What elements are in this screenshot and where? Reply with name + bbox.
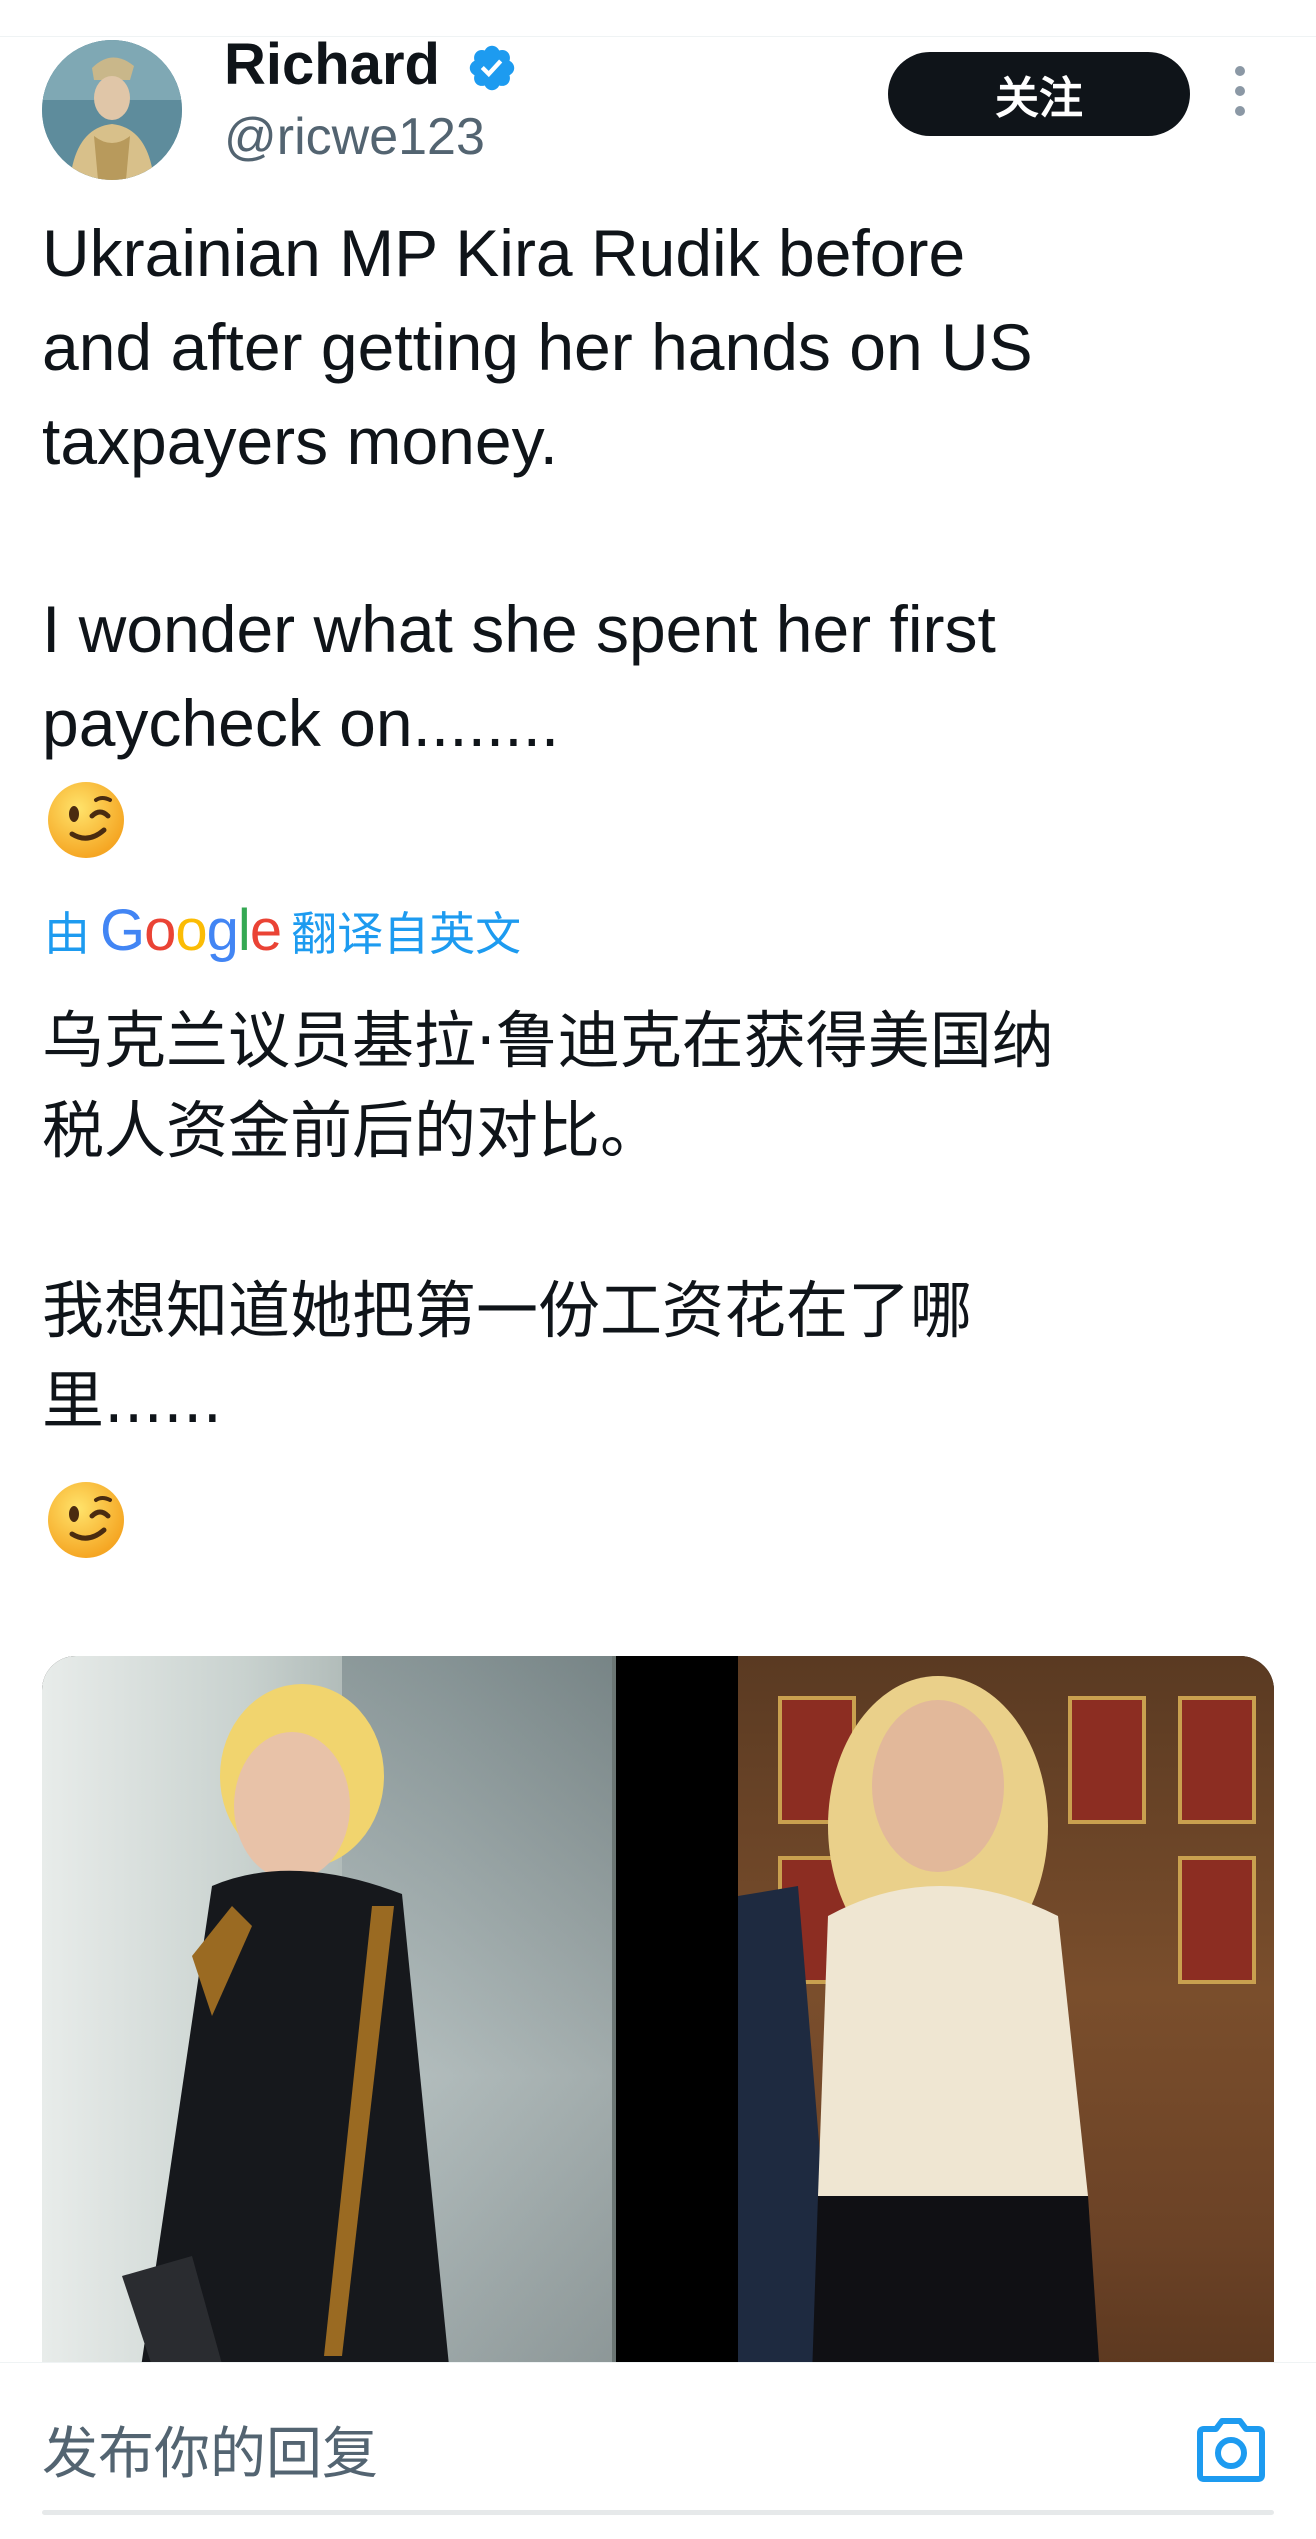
tweet-text: Ukrainian MP Kira Rudik before and after… [42, 216, 1033, 760]
bottom-indicator [42, 2510, 1274, 2515]
winking-face-emoji-icon [48, 782, 124, 858]
google-logo: Google [100, 898, 282, 963]
translated-tweet-text: 乌克兰议员基拉·鲁迪克在获得美国纳 税人资金前后的对比。 我想知道她把第一份工资… [42, 1004, 1054, 1437]
camera-icon[interactable] [1194, 2417, 1268, 2483]
winking-face-emoji-icon [48, 1482, 124, 1558]
portrait-avatar-icon [42, 40, 182, 180]
reply-input[interactable] [42, 2417, 1142, 2493]
translation-prefix: 由 [44, 907, 90, 961]
author-avatar[interactable] [42, 40, 182, 180]
author-display-name[interactable]: Richard [224, 30, 440, 100]
top-divider [0, 36, 1316, 37]
more-vertical-icon[interactable] [1226, 66, 1254, 126]
verified-badge-icon [469, 45, 515, 91]
follow-button[interactable]: 关注 [888, 52, 1190, 136]
author-handle[interactable]: @ricwe123 [224, 104, 485, 170]
translation-source-label: 翻译自英文 [291, 907, 522, 961]
translation-attribution[interactable]: 由 Google 翻译自英文 [44, 898, 521, 964]
